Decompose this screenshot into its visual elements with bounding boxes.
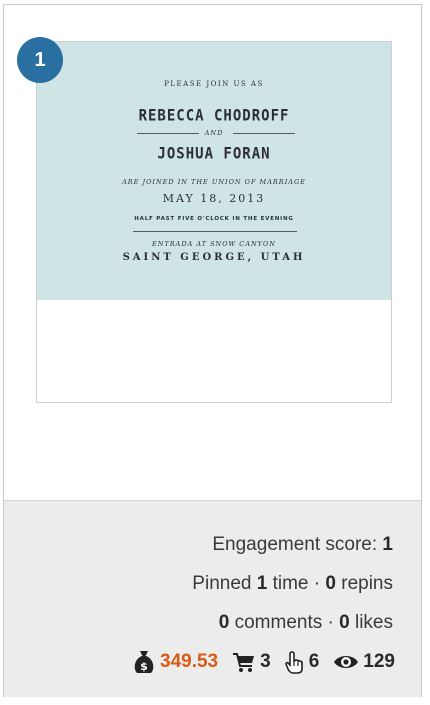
invite-venue: ENTRADA AT SNOW CANYON [152, 240, 276, 248]
likes-value: 0 [339, 612, 350, 633]
rank-badge: 1 [17, 37, 63, 83]
shopping-cart-icon [233, 653, 255, 672]
invite-name-1: REBECCA CHODROFF [138, 106, 290, 126]
pin-card[interactable]: 1 PLEASE JOIN US AS REBECCA CHODROFF AND… [3, 4, 422, 697]
invite-time: HALF PAST FIVE O'CLOCK IN THE EVENING [134, 216, 294, 222]
repins-label: repins [341, 573, 393, 594]
repins-value: 0 [325, 573, 336, 594]
cart-metric: 3 [232, 651, 271, 673]
likes-label: likes [354, 612, 393, 633]
invite-joined: ARE JOINED IN THE UNION OF MARRIAGE [122, 178, 306, 186]
invite-and: AND [204, 129, 224, 137]
comments-value: 0 [218, 612, 230, 633]
comments-label: comments · [234, 612, 334, 633]
engagement-value: 1 [382, 534, 393, 555]
stats-panel: Engagement score: 1 Pinned 1 time · 0 re… [4, 500, 421, 697]
pinned-label: Pinned [192, 573, 252, 594]
invite-city: SAINT GEORGE, UTAH [122, 252, 306, 263]
views-metric: 129 [333, 651, 395, 673]
eye-icon [334, 656, 359, 668]
metrics-row: $ 349.53 3 6 129 [132, 649, 395, 675]
hand-pointer-icon [284, 651, 303, 674]
invite-name-2: JOSHUA FORAN [157, 144, 271, 164]
invite-rule [233, 133, 295, 134]
money-bag-icon: $ [134, 651, 154, 673]
views-value: 129 [363, 651, 395, 672]
pinned-value: 1 [256, 573, 268, 594]
price-metric: $ 349.53 [132, 649, 218, 675]
pin-thumbnail[interactable]: PLEASE JOIN US AS REBECCA CHODROFF AND J… [36, 41, 392, 403]
invite-date: MAY 18, 2013 [162, 192, 266, 205]
engagement-score: Engagement score: 1 [212, 534, 393, 556]
invite-please: PLEASE JOIN US AS [164, 80, 264, 88]
time-label: time · [272, 573, 321, 594]
social-summary: 0 comments · 0 likes [219, 612, 393, 634]
price-value: 349.53 [160, 651, 219, 672]
pinned-summary: Pinned 1 time · 0 repins [192, 573, 393, 595]
svg-text:$: $ [140, 660, 148, 673]
cart-value: 3 [260, 651, 271, 672]
invite-rule [133, 231, 297, 232]
wedding-invitation-image: PLEASE JOIN US AS REBECCA CHODROFF AND J… [37, 42, 391, 300]
clicks-metric: 6 [284, 650, 320, 674]
clicks-value: 6 [308, 651, 320, 672]
engagement-label: Engagement score: [212, 534, 378, 555]
